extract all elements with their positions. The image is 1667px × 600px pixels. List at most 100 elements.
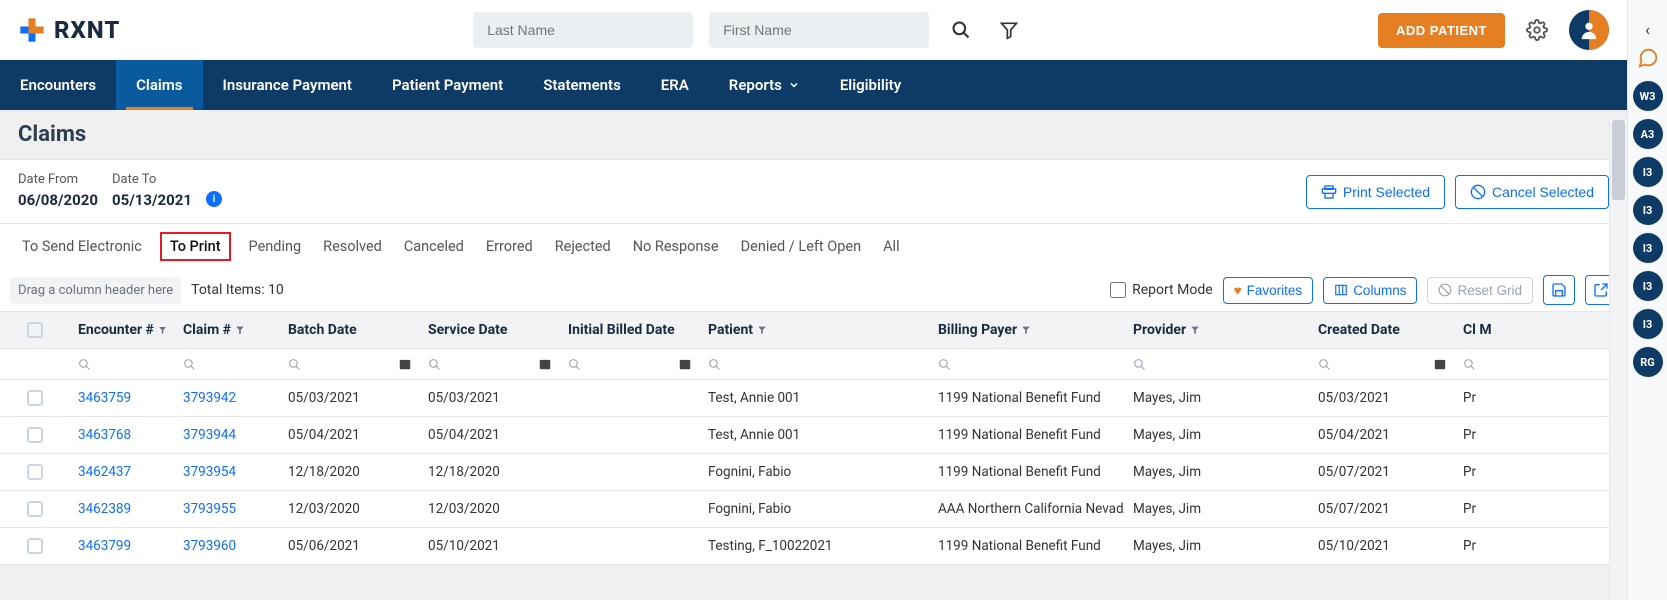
nav-reports[interactable]: Reports [709,60,820,110]
col-claim[interactable]: Claim # [175,312,280,348]
tab-errored[interactable]: Errored [486,238,533,255]
reset-grid-button[interactable]: Reset Grid [1427,277,1533,304]
nav-insurance-payment[interactable]: Insurance Payment [203,60,372,110]
info-icon[interactable]: i [206,191,222,207]
table-row: 3462437 3793954 12/18/2020 12/18/2020 Fo… [0,454,1627,491]
sidebar-badge[interactable]: I3 [1633,233,1663,263]
last-name-input[interactable] [473,12,693,48]
filter-last[interactable] [1455,349,1495,379]
filter-claim[interactable] [175,349,280,379]
save-layout-button[interactable] [1543,275,1575,305]
filter-icon[interactable] [1021,325,1031,335]
row-checkbox[interactable] [27,501,43,517]
col-last[interactable]: Cl M [1455,312,1495,348]
nav-eligibility[interactable]: Eligibility [820,60,921,110]
date-from-value[interactable]: 06/08/2020 [18,191,98,209]
columns-button[interactable]: Columns [1323,277,1417,304]
row-checkbox[interactable] [27,390,43,406]
encounter-link[interactable]: 3462437 [78,464,131,480]
calendar-icon[interactable] [678,357,692,371]
search-icon[interactable] [945,14,977,46]
claim-link[interactable]: 3793944 [183,427,236,443]
filter-patient[interactable] [700,349,930,379]
batch-date-cell: 05/03/2021 [280,380,420,416]
sidebar-badge[interactable]: I3 [1633,157,1663,187]
sidebar-badge[interactable]: RG [1633,347,1663,377]
logo[interactable]: RXNT [18,16,120,44]
claim-link[interactable]: 3793955 [183,501,236,517]
nav-claims[interactable]: Claims [116,60,202,110]
sidebar-badge[interactable]: I3 [1633,195,1663,225]
col-created-date[interactable]: Created Date [1310,312,1455,348]
filter-encounter[interactable] [70,349,175,379]
export-icon [1593,282,1609,298]
cancel-selected-button[interactable]: Cancel Selected [1455,175,1609,209]
report-mode-toggle[interactable]: Report Mode [1110,282,1213,298]
sidebar-badge[interactable]: W3 [1633,81,1663,111]
claims-grid: Encounter # Claim # Batch Date Service D… [0,311,1627,565]
row-checkbox[interactable] [27,538,43,554]
col-encounter[interactable]: Encounter # [70,312,175,348]
nav-patient-payment[interactable]: Patient Payment [372,60,523,110]
col-service-date[interactable]: Service Date [420,312,560,348]
filter-service-date[interactable] [420,349,560,379]
encounter-link[interactable]: 3463759 [78,390,131,406]
row-checkbox[interactable] [27,464,43,480]
filter-icon[interactable] [757,325,767,335]
tab-pending[interactable]: Pending [249,238,302,255]
claim-link[interactable]: 3793954 [183,464,236,480]
chat-icon[interactable] [1637,47,1659,73]
tab-resolved[interactable]: Resolved [323,238,382,255]
filter-created-date[interactable] [1310,349,1455,379]
tab-denied-left-open[interactable]: Denied / Left Open [741,238,861,255]
filter-provider[interactable] [1125,349,1310,379]
tab-to-print[interactable]: To Print [160,232,231,261]
nav-era[interactable]: ERA [641,60,709,110]
calendar-icon[interactable] [538,357,552,371]
col-provider[interactable]: Provider [1125,312,1310,348]
claim-link[interactable]: 3793942 [183,390,236,406]
sidebar-badge[interactable]: A3 [1633,119,1663,149]
nav-statements[interactable]: Statements [523,60,641,110]
filter-icon[interactable] [993,14,1025,46]
avatar[interactable] [1569,10,1609,50]
first-name-input[interactable] [709,12,929,48]
tab-to-send-electronic[interactable]: To Send Electronic [22,238,142,255]
select-all-checkbox[interactable] [27,322,43,338]
heart-icon: ♥ [1234,283,1242,298]
collapse-sidebar-icon[interactable]: ‹ [1645,20,1650,39]
filter-icon[interactable] [235,325,245,335]
tab-no-response[interactable]: No Response [633,238,719,255]
add-patient-button[interactable]: ADD PATIENT [1378,13,1505,48]
col-initial-billed-date[interactable]: Initial Billed Date [560,312,700,348]
filter-icon[interactable] [158,325,167,335]
filter-batch-date[interactable] [280,349,420,379]
claim-link[interactable]: 3793960 [183,538,236,554]
filter-initial-billed[interactable] [560,349,700,379]
scrollbar[interactable] [1609,120,1627,600]
gear-icon[interactable] [1521,14,1553,46]
tab-all[interactable]: All [883,238,900,255]
tab-rejected[interactable]: Rejected [555,238,611,255]
nav-encounters[interactable]: Encounters [0,60,116,110]
calendar-icon[interactable] [398,357,412,371]
col-billing-payer[interactable]: Billing Payer [930,312,1125,348]
sidebar-badge[interactable]: I3 [1633,309,1663,339]
encounter-link[interactable]: 3462389 [78,501,131,517]
encounter-link[interactable]: 3463768 [78,427,131,443]
filter-icon[interactable] [1190,325,1200,335]
patient-cell: Fognini, Fabio [700,491,930,527]
print-selected-button[interactable]: Print Selected [1306,175,1445,209]
favorites-button[interactable]: ♥Favorites [1223,277,1314,304]
encounter-link[interactable]: 3463799 [78,538,131,554]
tab-canceled[interactable]: Canceled [404,238,464,255]
row-checkbox[interactable] [27,427,43,443]
filter-payer[interactable] [930,349,1125,379]
col-patient[interactable]: Patient [700,312,930,348]
date-to-value[interactable]: 05/13/2021 [112,191,192,209]
calendar-icon[interactable] [1433,357,1447,371]
col-batch-date[interactable]: Batch Date [280,312,420,348]
plus-icon [18,16,46,44]
report-mode-checkbox[interactable] [1110,282,1126,298]
sidebar-badge[interactable]: I3 [1633,271,1663,301]
